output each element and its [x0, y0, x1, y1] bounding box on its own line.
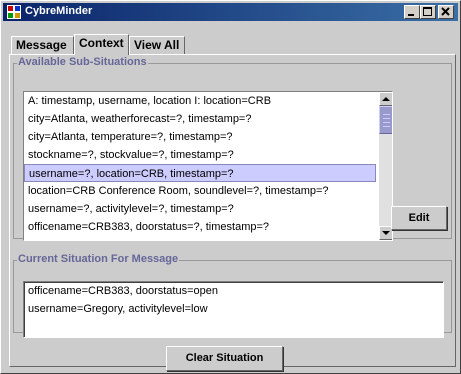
- window-title: CybreMinder: [25, 5, 93, 17]
- arrow-up-icon: [382, 97, 390, 101]
- maximize-button[interactable]: [420, 5, 436, 19]
- current-situation-line: username=Gregory, activitylevel=low: [28, 303, 208, 315]
- scroll-thumb[interactable]: [379, 106, 392, 134]
- minimize-icon: [408, 14, 414, 16]
- app-logo-icon: [7, 5, 21, 19]
- available-sub-situations-title: Available Sub-Situations: [17, 56, 148, 68]
- cybreminder-window: CybreMinder Message Context View All Ava…: [0, 0, 461, 374]
- current-situation-textarea[interactable]: officename=CRB383, doorstatus=open usern…: [23, 281, 444, 338]
- tab-context[interactable]: Context: [74, 34, 129, 55]
- list-item[interactable]: city=Atlanta, weatherforecast=?, timesta…: [28, 110, 378, 128]
- title-bar[interactable]: CybreMinder: [3, 3, 458, 21]
- current-situation-title: Current Situation For Message: [17, 253, 180, 265]
- sub-situations-list[interactable]: A: timestamp, username, location I: loca…: [23, 91, 393, 241]
- minimize-button[interactable]: [404, 5, 420, 19]
- list-item[interactable]: location=CRB Conference Room, soundlevel…: [28, 182, 378, 200]
- tab-view-all[interactable]: View All: [129, 36, 185, 54]
- maximize-icon: [423, 7, 432, 16]
- list-item[interactable]: city=Atlanta, temperature=?, timestamp=?: [28, 128, 378, 146]
- close-icon: [441, 7, 450, 16]
- edit-button[interactable]: Edit: [391, 206, 447, 230]
- close-button[interactable]: [438, 5, 454, 19]
- tab-message[interactable]: Message: [11, 36, 74, 54]
- clear-situation-button[interactable]: Clear Situation: [166, 346, 283, 371]
- list-item[interactable]: username=?, activitylevel=?, timestamp=?: [28, 200, 378, 218]
- scroll-up-button[interactable]: [379, 92, 392, 106]
- list-item-selected[interactable]: username=?, location=CRB, timestamp=?: [24, 164, 376, 182]
- list-item[interactable]: officename=CRB383, doorstatus=?, timesta…: [28, 218, 378, 236]
- current-situation-line: officename=CRB383, doorstatus=open: [28, 285, 218, 297]
- list-item[interactable]: stockname=?, stockvalue=?, timestamp=?: [28, 146, 378, 164]
- list-item[interactable]: A: timestamp, username, location I: loca…: [28, 92, 378, 110]
